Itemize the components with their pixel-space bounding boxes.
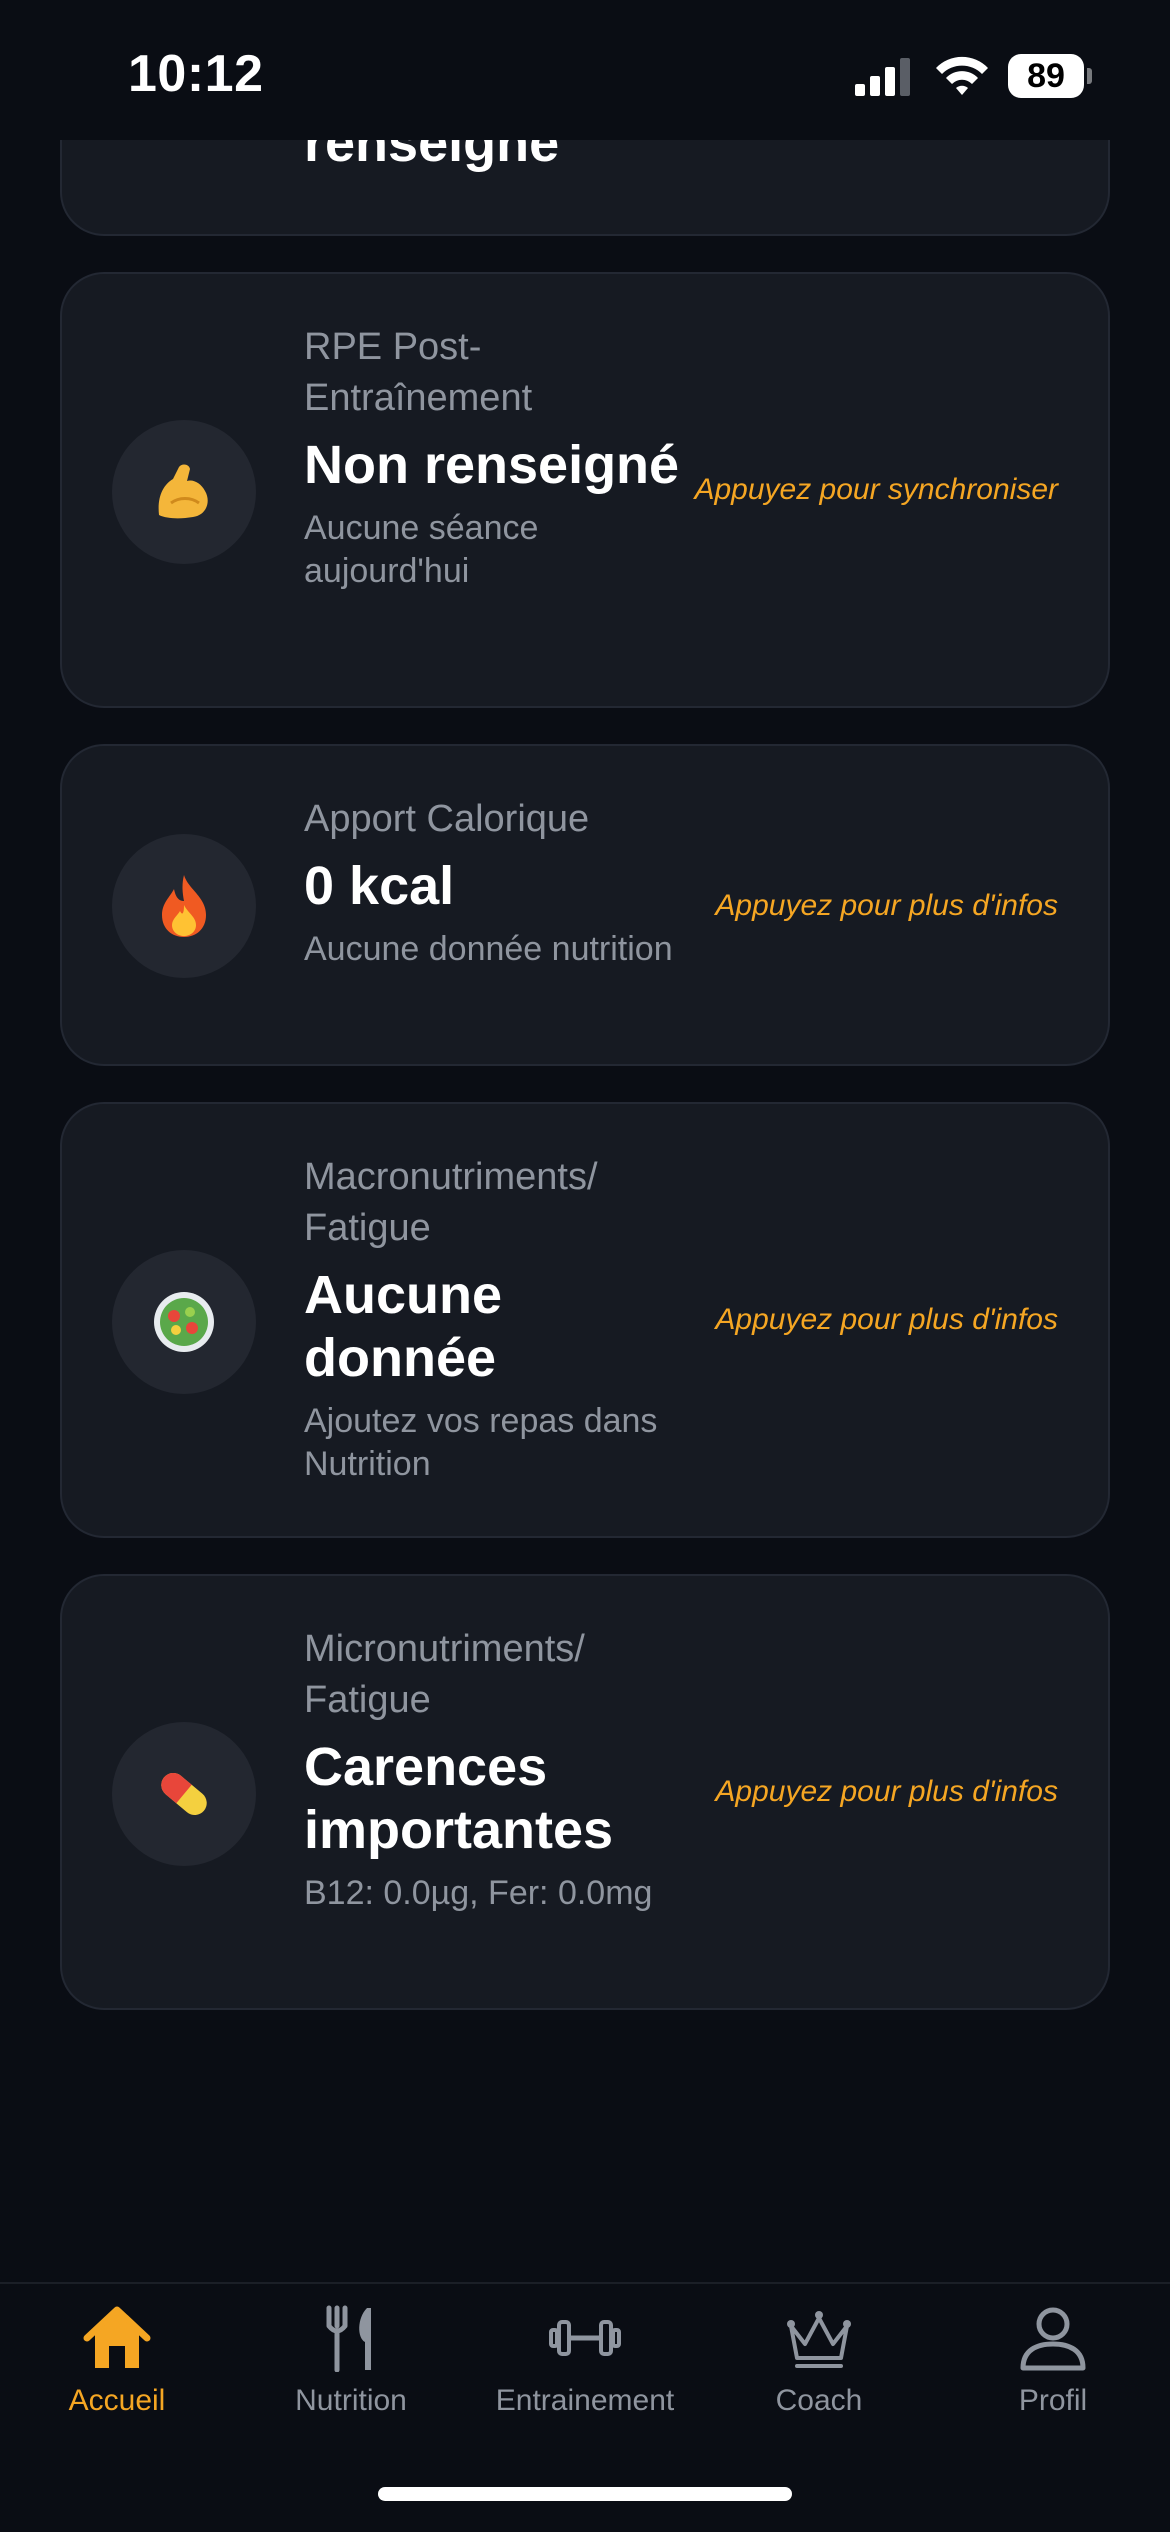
pill-icon — [112, 1722, 256, 1866]
fork-knife-icon — [326, 2305, 371, 2372]
card-sub: B12: 0.0µg, Fer: 0.0mg — [304, 1874, 653, 1912]
tab-profil[interactable]: Profil — [936, 2304, 1170, 2434]
wifi-icon — [934, 54, 990, 98]
home-icon — [83, 2306, 151, 2368]
tab-accueil[interactable]: Accueil — [0, 2304, 234, 2434]
card-micronutrients[interactable]: Micronutriments/ Fatigue Carences import… — [60, 1574, 1110, 2010]
fire-icon — [112, 834, 256, 978]
status-time: 10:12 — [128, 45, 264, 103]
dumbbell-icon — [549, 2320, 621, 2356]
tab-coach[interactable]: Coach — [702, 2304, 936, 2434]
battery-level: 89 — [1008, 54, 1084, 98]
more-info-link[interactable]: Appuyez pour plus d'infos — [715, 886, 1058, 926]
card-sub: Ajoutez vos repas dans Nutrition — [304, 1402, 658, 1483]
battery-cap — [1087, 68, 1092, 84]
tab-entrainement[interactable]: Entrainement — [468, 2304, 702, 2434]
screen: renseigné RPE Post-Entraînement Non rens… — [0, 0, 1170, 2532]
cellular-signal-icon — [855, 56, 915, 96]
card-value: Carences importantes — [304, 1737, 614, 1860]
home-indicator[interactable] — [378, 2487, 792, 2501]
card-macronutrients[interactable]: Macronutriments/ Fatigue Aucune donnée A… — [60, 1102, 1110, 1538]
person-icon — [1020, 2307, 1086, 2371]
battery-icon: 89 — [1008, 54, 1092, 98]
card-value: Aucune donnée — [304, 1265, 503, 1388]
card-sub: Aucune séance aujourd'hui — [304, 509, 539, 590]
card-label: Micronutriments/ Fatigue — [304, 1628, 585, 1721]
card-rpe[interactable]: RPE Post-Entraînement Non renseigné Aucu… — [60, 272, 1110, 708]
card-label: Macronutriments/ Fatigue — [304, 1156, 598, 1249]
card-value: 0 kcal — [304, 856, 455, 916]
card-label: Apport Calorique — [304, 798, 590, 840]
tab-label: Profil — [1018, 2384, 1088, 2417]
card-value: Non renseigné — [304, 435, 680, 495]
card-label: RPE Post-Entraînement — [304, 326, 533, 419]
sync-action-link[interactable]: Appuyez pour synchroniser — [694, 470, 1058, 510]
more-info-link[interactable]: Appuyez pour plus d'infos — [715, 1772, 1058, 1812]
tab-label: Coach — [775, 2384, 863, 2417]
crown-icon — [787, 2311, 851, 2368]
card-sub: Aucune donnée nutrition — [304, 930, 673, 968]
tab-label: Accueil — [68, 2384, 166, 2417]
flexed-biceps-icon — [112, 420, 256, 564]
tab-label: Nutrition — [295, 2384, 407, 2417]
status-bar: 10:12 89 — [0, 0, 1170, 140]
salad-bowl-icon — [112, 1250, 256, 1394]
tab-nutrition[interactable]: Nutrition — [234, 2304, 468, 2434]
tab-label: Entrainement — [495, 2384, 675, 2417]
more-info-link[interactable]: Appuyez pour plus d'infos — [715, 1300, 1058, 1340]
card-calories[interactable]: Apport Calorique 0 kcal Aucune donnée nu… — [60, 744, 1110, 1066]
